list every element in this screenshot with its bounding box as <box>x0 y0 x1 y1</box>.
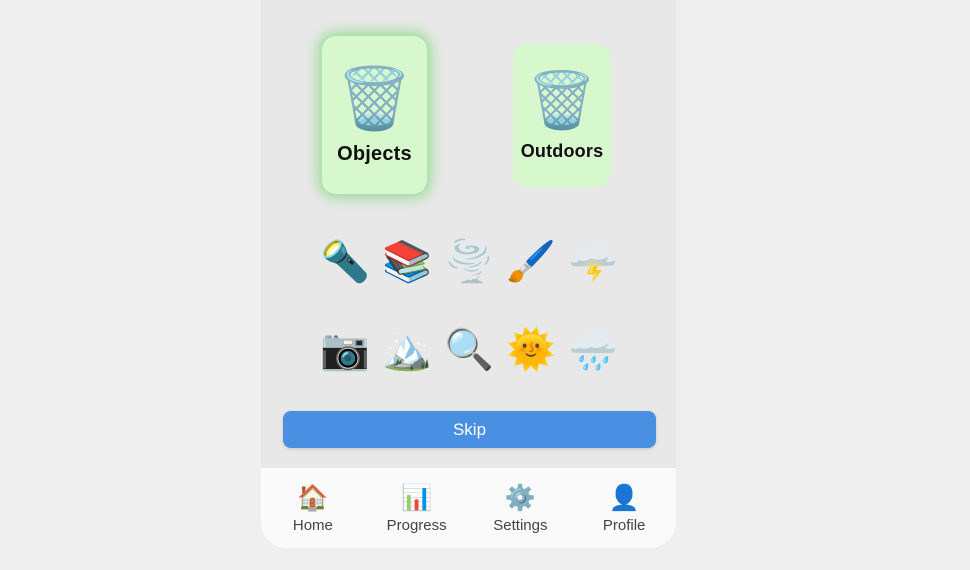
nav-item-home[interactable]: 🏠 Home <box>271 482 355 535</box>
nav-item-settings[interactable]: ⚙️ Settings <box>478 482 562 535</box>
snow-capped-mountain-icon[interactable]: 🏔️ <box>379 330 435 370</box>
wastebasket-icon: 🗑️ <box>337 63 412 134</box>
sun-with-face-icon[interactable]: 🌞 <box>503 330 559 370</box>
paintbrush-icon[interactable]: 🖌️ <box>503 242 559 282</box>
nav-item-label: Home <box>292 517 333 534</box>
emoji-row: 🔦 📚 🌪️ 🖌️ 🌩️ <box>284 218 654 306</box>
category-card-label: Objects <box>337 142 412 165</box>
gear-icon: ⚙️ <box>504 482 536 512</box>
nav-item-label: Progress <box>386 517 447 534</box>
books-icon[interactable]: 📚 <box>379 242 435 282</box>
tornado-icon[interactable]: 🌪️ <box>441 242 497 282</box>
bar-chart-icon: 📊 <box>401 482 433 512</box>
camera-icon[interactable]: 📷 <box>317 330 373 370</box>
skip-button[interactable]: Skip <box>283 411 656 448</box>
nav-item-label: Settings <box>493 517 548 534</box>
house-icon: 🏠 <box>297 482 329 512</box>
emoji-grid: 🔦 📚 🌪️ 🖌️ 🌩️ 📷 🏔️ 🔍 🌞 🌧️ <box>284 218 654 394</box>
bottom-navigation-bar: 🏠 Home 📊 Progress ⚙️ Settings 👤 Profile <box>261 468 676 548</box>
magnifying-glass-icon[interactable]: 🔍 <box>441 330 497 370</box>
wastebasket-icon: 🗑️ <box>527 67 597 132</box>
cloud-with-lightning-icon[interactable]: 🌩️ <box>565 242 621 282</box>
user-silhouette-icon: 👤 <box>608 482 640 512</box>
flashlight-icon[interactable]: 🔦 <box>317 242 373 282</box>
nav-item-progress[interactable]: 📊 Progress <box>375 482 459 535</box>
nav-item-label: Profile <box>602 517 646 534</box>
category-selector: 🗑️ Objects 🗑️ Outdoors <box>261 0 676 205</box>
category-card-outdoors[interactable]: 🗑️ Outdoors <box>513 44 611 187</box>
category-card-objects[interactable]: 🗑️ Objects <box>322 36 427 194</box>
category-card-label: Outdoors <box>520 140 604 161</box>
cloud-with-rain-icon[interactable]: 🌧️ <box>565 330 621 370</box>
content-area: 🗑️ Objects 🗑️ Outdoors 🔦 📚 🌪️ 🖌️ 🌩️ 📷 🏔️… <box>261 0 676 468</box>
emoji-row: 📷 🏔️ 🔍 🌞 🌧️ <box>284 306 654 394</box>
app-frame: 🗑️ Objects 🗑️ Outdoors 🔦 📚 🌪️ 🖌️ 🌩️ 📷 🏔️… <box>261 0 676 548</box>
nav-item-profile[interactable]: 👤 Profile <box>582 482 666 535</box>
